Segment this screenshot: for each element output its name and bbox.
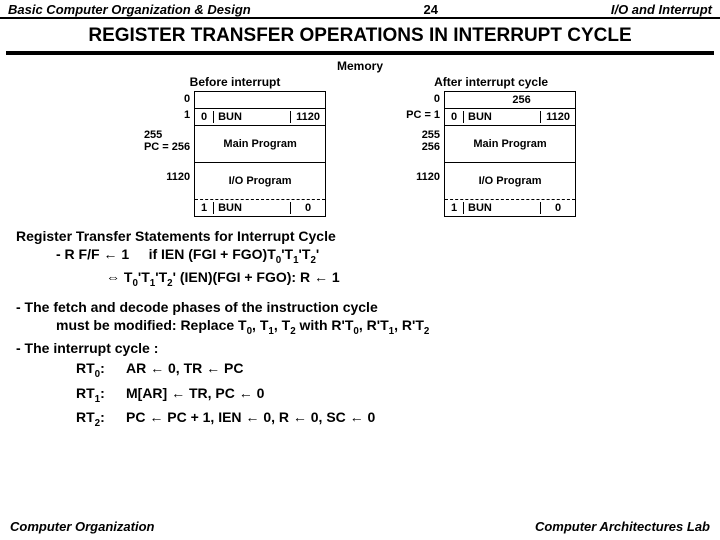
before-addr-col: 0 1 255 PC = 256 1120: [144, 91, 194, 217]
stmt-line2: ⇔ T0'T1'T2' (IEN)(FGI + FGO): R ← 1: [16, 268, 704, 291]
title-bar: [6, 51, 714, 55]
stmt-heading: Register Transfer Statements for Interru…: [16, 227, 704, 245]
memory-label: Memory: [0, 59, 720, 73]
table-row: [195, 92, 325, 109]
main-prog: Main Program: [195, 126, 325, 163]
header-right: I/O and Interrupt: [611, 2, 712, 17]
table-row: 256: [445, 92, 575, 109]
stmt-line1: - R F/F ← 1 if IEN (FGI + FGO)T0'T1'T2': [16, 245, 704, 268]
main-prog: Main Program: [445, 126, 575, 163]
memory-diagrams: Before interrupt 0 1 255 PC = 256 1120 0…: [0, 75, 720, 217]
page-number: 24: [424, 2, 438, 17]
table-row: 0 BUN 1120: [445, 109, 575, 126]
after-table: 256 0 BUN 1120 Main Program I/O Program …: [444, 91, 576, 217]
page-footer: Computer Organization Computer Architect…: [0, 519, 720, 534]
footer-left: Computer Organization: [10, 519, 154, 534]
table-row: 0 BUN 1120: [195, 109, 325, 126]
para1: - The fetch and decode phases of the ins…: [16, 298, 704, 316]
before-block: Before interrupt 0 1 255 PC = 256 1120 0…: [144, 75, 326, 217]
body-text: Register Transfer Statements for Interru…: [0, 217, 720, 431]
para1b: must be modified: Replace T0, T1, T2 wit…: [16, 316, 704, 339]
table-row: 1 BUN 0: [195, 200, 325, 216]
table-row: 1 BUN 0: [445, 200, 575, 216]
page-title: REGISTER TRANSFER OPERATIONS IN INTERRUP…: [0, 19, 720, 51]
op-rt1: RT1: M[AR] ← TR, PC ← 0: [76, 384, 704, 407]
op-rt0: RT0: AR ← 0, TR ← PC: [76, 359, 704, 382]
after-addr-col: 0 PC = 1 255 256 1120: [406, 91, 444, 217]
footer-right: Computer Architectures Lab: [535, 519, 710, 534]
header-left: Basic Computer Organization & Design: [8, 2, 251, 17]
after-caption: After interrupt cycle: [434, 75, 548, 89]
io-prog: I/O Program: [445, 163, 575, 200]
op-rt2: RT2: PC ← PC + 1, IEN ← 0, R ← 0, SC ← 0: [76, 408, 704, 431]
io-prog: I/O Program: [195, 163, 325, 200]
after-block: After interrupt cycle 0 PC = 1 255 256 1…: [406, 75, 576, 217]
micro-ops: RT0: AR ← 0, TR ← PC RT1: M[AR] ← TR, PC…: [16, 359, 704, 431]
before-table: 0 BUN 1120 Main Program I/O Program 1 BU…: [194, 91, 326, 217]
before-caption: Before interrupt: [190, 75, 281, 89]
para2: - The interrupt cycle :: [16, 339, 704, 357]
page-header: Basic Computer Organization & Design 24 …: [0, 0, 720, 19]
